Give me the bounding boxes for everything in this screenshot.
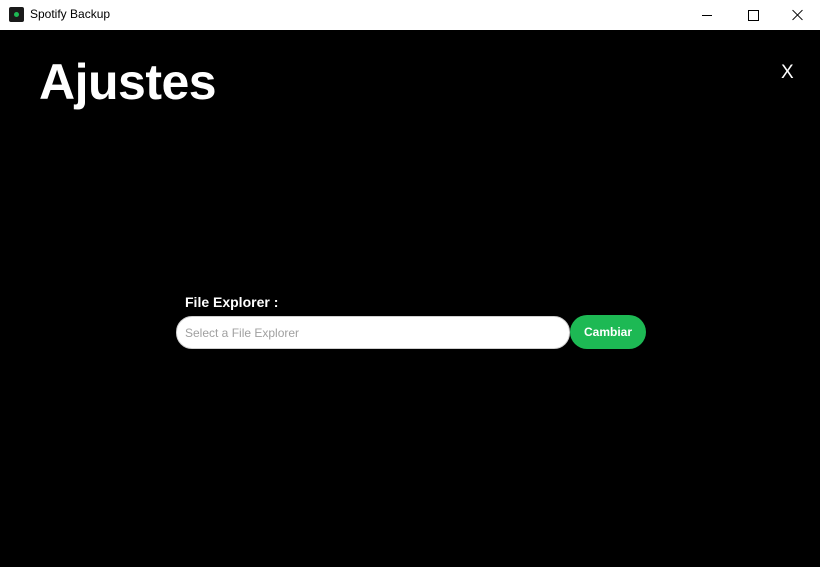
minimize-icon xyxy=(702,14,712,16)
settings-close-button[interactable]: X xyxy=(781,62,794,84)
maximize-icon xyxy=(747,9,759,21)
change-button[interactable]: Cambiar xyxy=(570,315,646,349)
app-icon-dot xyxy=(14,12,19,17)
app-window: Spotify Backup Ajustes X File Explorer :… xyxy=(0,0,820,567)
window-close-button[interactable] xyxy=(775,0,820,30)
maximize-button[interactable] xyxy=(730,0,776,30)
minimize-button[interactable] xyxy=(684,0,730,30)
title-bar: Spotify Backup xyxy=(0,0,820,30)
page-title: Ajustes xyxy=(39,54,217,110)
window-title: Spotify Backup xyxy=(30,7,111,21)
file-explorer-label: File Explorer : xyxy=(185,294,279,310)
file-explorer-input[interactable] xyxy=(176,316,570,349)
close-icon xyxy=(792,9,804,21)
app-icon xyxy=(9,7,24,22)
